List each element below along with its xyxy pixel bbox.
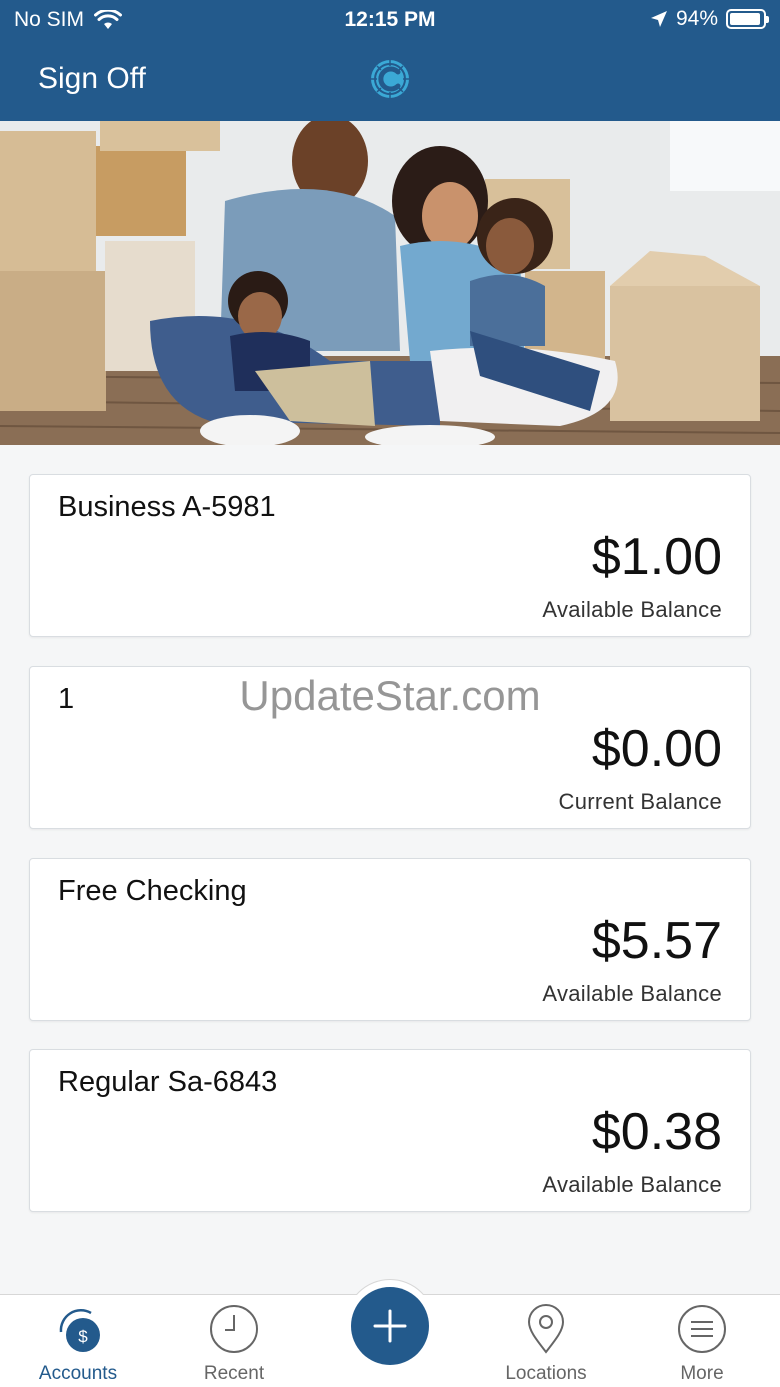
tab-locations[interactable]: Locations [468,1295,624,1387]
tab-recent[interactable]: Recent [156,1295,312,1387]
status-bar: No SIM 12:15 PM 94% [0,0,780,40]
accounts-icon: $ [59,1309,100,1352]
clock-icon [210,1305,258,1353]
location-pin-icon [527,1304,565,1354]
battery-icon [726,9,769,29]
account-card-free-checking[interactable]: Free Checking $5.57 Available Balance [29,858,751,1021]
battery-percent: 94% [675,7,718,30]
add-action-button[interactable] [351,1287,429,1365]
sign-off-button[interactable]: Sign Off [38,62,146,96]
account-balance-amount: $1.00 [591,528,722,586]
account-balance-label: Available Balance [542,981,722,1006]
tab-label: More [680,1363,724,1384]
account-name: 1 [58,683,75,715]
battery-fill [730,13,761,25]
account-name: Regular Sa-6843 [58,1066,278,1098]
menu-icon [678,1305,726,1353]
account-balance-amount: $5.57 [591,912,722,970]
tab-more[interactable]: More [624,1295,780,1387]
account-name: Business A-5981 [58,491,276,523]
account-card-business[interactable]: Business A-5981 $1.00 Available Balance [29,474,751,637]
account-balance-label: Available Balance [542,597,722,622]
nav-bar: Sign Off [0,40,780,121]
tab-label: Accounts [38,1363,118,1384]
tab-accounts[interactable]: $ Accounts [0,1295,156,1387]
svg-text:$: $ [78,1327,88,1346]
tab-label: Locations [505,1363,587,1384]
account-balance-amount: $0.00 [591,720,722,778]
location-arrow-icon [650,11,667,27]
tab-label: Recent [203,1363,265,1384]
status-right: 94% [650,7,769,31]
account-balance-amount: $0.38 [591,1103,722,1161]
hero-family-photo [0,121,780,445]
account-balance-label: Available Balance [542,1172,722,1197]
account-name: Free Checking [58,875,247,907]
account-balance-label: Current Balance [558,789,722,814]
plus-icon [373,1309,407,1343]
bank-logo-icon [371,60,409,98]
account-card-regular-savings[interactable]: Regular Sa-6843 $0.38 Available Balance [29,1049,751,1212]
family-photo-illustration [0,121,780,445]
account-card-1[interactable]: 1 $0.00 Current Balance [29,666,751,829]
